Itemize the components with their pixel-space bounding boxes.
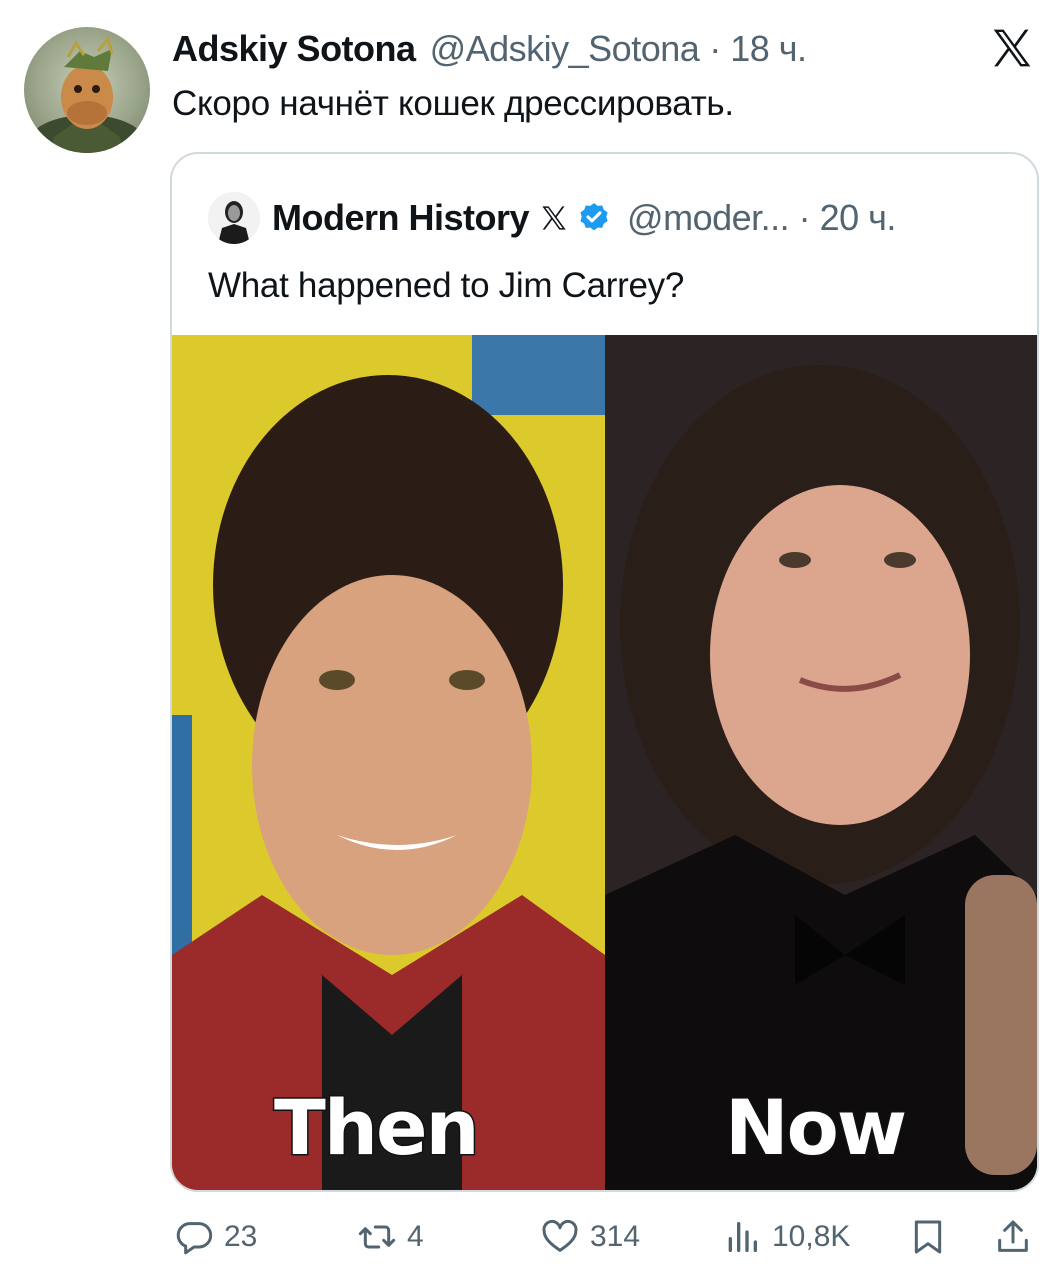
x-logo-icon [993, 29, 1031, 67]
like-icon [542, 1219, 578, 1252]
tweet-text: Скоро начнёт кошек дрессировать. [172, 84, 734, 123]
view-count: 10,8K [772, 1220, 851, 1253]
photo-now[interactable]: Now [605, 335, 1037, 1190]
bookmark-icon [914, 1220, 942, 1254]
quoted-author-handle[interactable]: @moder... · 20 ч. [627, 197, 896, 239]
views-button[interactable]: 10,8K [722, 1212, 850, 1262]
x-affiliation-icon [542, 206, 566, 230]
reply-count: 23 [224, 1220, 258, 1253]
photo-then[interactable]: Then [172, 335, 605, 1190]
quoted-author-avatar[interactable] [208, 192, 260, 244]
share-icon [998, 1220, 1028, 1252]
quoted-tweet[interactable]: Modern History @moder... · 20 ч. What ha… [170, 152, 1039, 1192]
verified-badge-icon [580, 203, 608, 231]
author-name[interactable]: Adskiy Sotona [172, 28, 416, 70]
bookmark-button[interactable] [908, 1212, 948, 1262]
tweet-time[interactable]: · 18 ч. [709, 28, 807, 70]
reply-button[interactable]: 23 [174, 1212, 257, 1262]
like-count: 314 [590, 1220, 641, 1253]
caption-then: Then [273, 1082, 482, 1174]
retweet-count: 4 [407, 1220, 424, 1253]
views-icon [728, 1222, 757, 1252]
action-bar: 23 4 314 10,8K [0, 1212, 1063, 1262]
author-avatar[interactable] [24, 27, 150, 153]
tweet-header: Adskiy Sotona @Adskiy_Sotona · 18 ч. [172, 24, 807, 74]
quoted-author-name[interactable]: Modern History [272, 197, 530, 239]
reply-icon [176, 1222, 213, 1255]
like-button[interactable]: 314 [540, 1212, 640, 1262]
share-button[interactable] [993, 1212, 1033, 1262]
quoted-media[interactable]: Then Now [172, 335, 1037, 1190]
quoted-text: What happened to Jim Carrey? [208, 266, 685, 305]
author-handle[interactable]: @Adskiy_Sotona [430, 28, 700, 70]
retweet-button[interactable]: 4 [357, 1212, 424, 1262]
retweet-icon [358, 1225, 396, 1249]
quoted-header: Modern History @moder... · 20 ч. [272, 192, 896, 244]
caption-now: Now [723, 1082, 908, 1174]
